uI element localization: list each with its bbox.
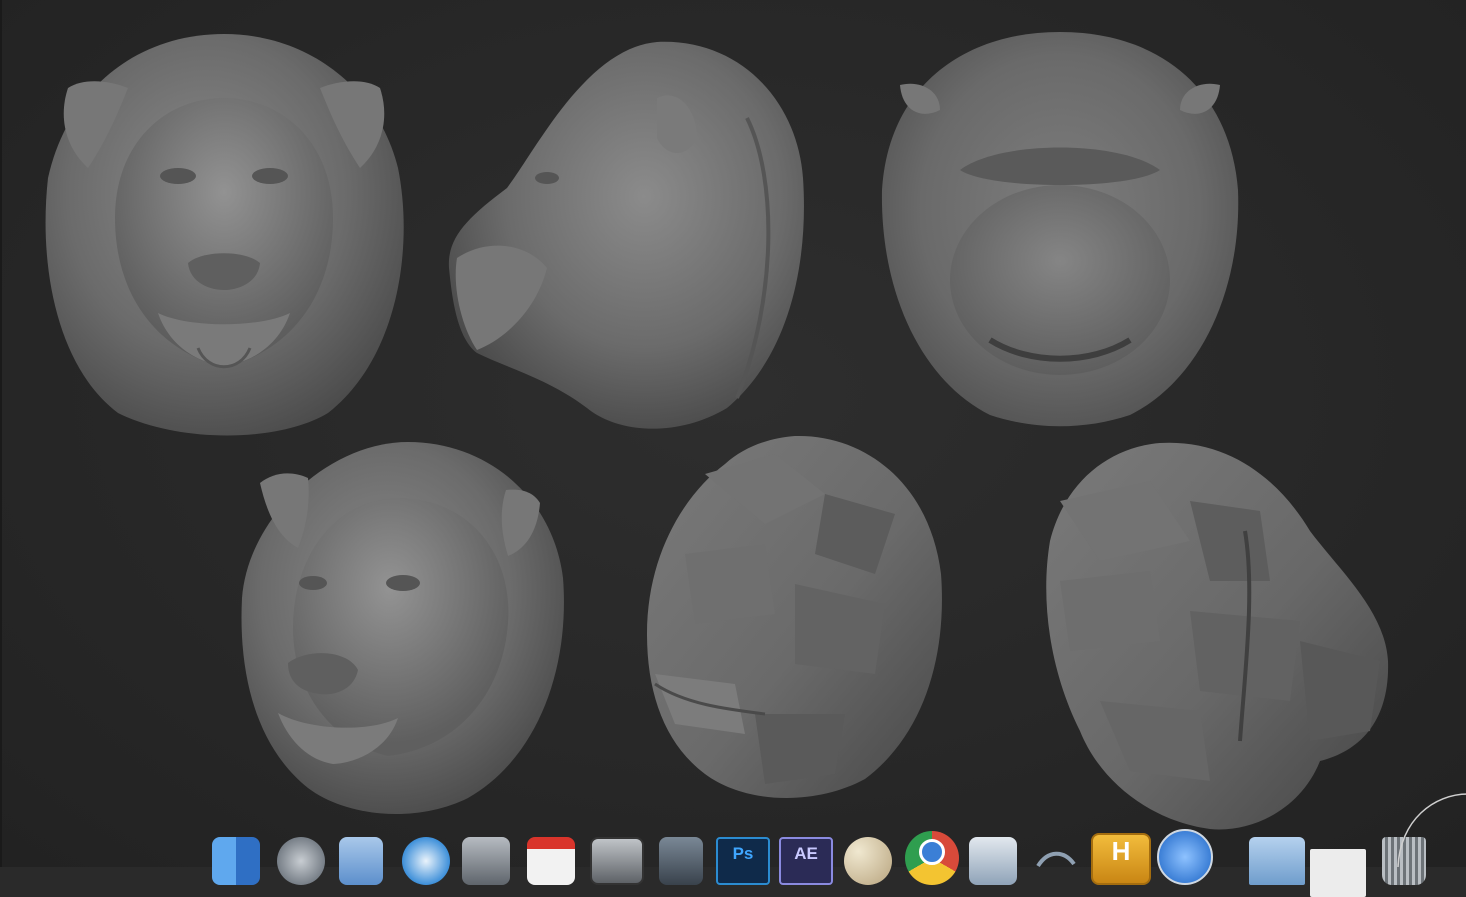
calendar-icon[interactable]: JAN [527,837,575,885]
system-preferences-icon[interactable] [590,837,644,885]
finder-icon[interactable] [212,837,260,885]
lion-side-detailed[interactable] [447,38,809,433]
after-effects-icon[interactable]: AE [779,837,833,885]
documents-folder-icon[interactable] [1249,837,1305,885]
sculpt-viewport[interactable]: JAN Ps AE H [0,0,1466,897]
mail-icon[interactable] [339,837,383,885]
paint-palette-icon[interactable] [844,837,892,885]
dock-divider-arc [1397,793,1466,867]
lion-three-quarter-detailed[interactable] [238,438,566,816]
hype-icon[interactable]: H [1091,833,1151,885]
lion-back-three-quarter-lowpoly[interactable] [1040,441,1390,833]
safari-icon[interactable] [402,837,450,885]
lion-front-detailed[interactable] [38,28,410,440]
blank-document-icon[interactable] [1310,849,1366,897]
launchpad-icon[interactable] [277,837,325,885]
lion-three-quarter-lowpoly[interactable] [645,434,945,802]
chrome-icon[interactable] [905,831,959,885]
photoshop-icon[interactable]: Ps [716,837,770,885]
itunes-icon[interactable] [1157,829,1213,885]
lion-back-detailed[interactable] [880,30,1240,428]
app-icon[interactable] [659,837,703,885]
facetime-icon[interactable] [462,837,510,885]
zbrush-icon[interactable] [1032,837,1080,885]
photos-icon[interactable] [969,837,1017,885]
dock: JAN Ps AE H [207,829,1466,897]
